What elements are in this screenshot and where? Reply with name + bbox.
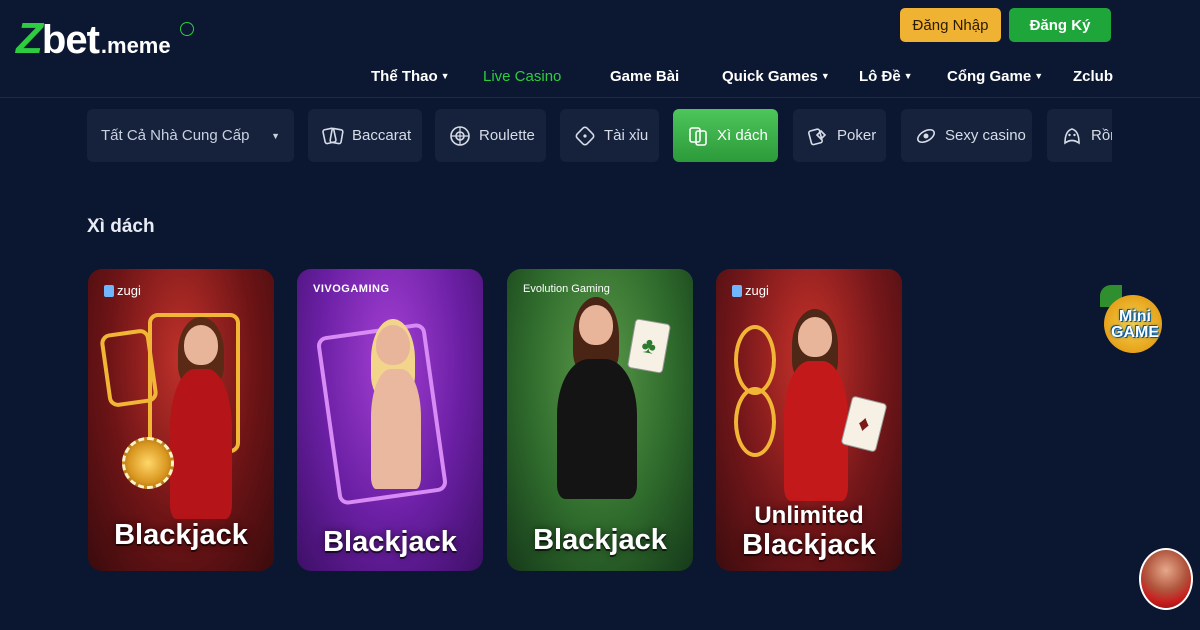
nav-item-zclub[interactable]: Zclub (1073, 64, 1113, 88)
zugi-logo-icon (104, 284, 114, 297)
sexy-casino-icon (915, 125, 937, 147)
provider-name: zugi (745, 283, 769, 298)
game-card-blackjack-zugi[interactable]: zugi Blackjack (88, 269, 274, 571)
filter-chip-sexy-casino[interactable]: Sexy casino (901, 109, 1032, 162)
nav-item-the-thao[interactable]: Thể Thao ▼ (371, 64, 450, 88)
filter-chip-roulette[interactable]: Roulette (435, 109, 546, 162)
zugi-logo-icon (732, 284, 742, 297)
dealer-face (376, 325, 410, 365)
provider-logo: Evolution Gaming (523, 283, 610, 295)
game-card-unlimited-blackjack[interactable]: zugi ♦ Unlimited Blackjack (716, 269, 902, 571)
provider-select-value: Tất Cả Nhà Cung Cấp (101, 127, 250, 144)
filter-chip-xi-dach[interactable]: Xì dách (673, 109, 778, 162)
section-title: Xì dách (87, 216, 155, 237)
provider-select[interactable]: Tất Cả Nhà Cung Cấp ▼ (87, 109, 294, 162)
nav-label: Zclub (1073, 67, 1113, 85)
nav-label: Quick Games (722, 67, 818, 85)
dealer-dress (170, 369, 232, 519)
playing-card-icon: ♦ (840, 395, 888, 453)
nav-label: Cổng Game (947, 67, 1032, 85)
game-filter-bar: Tất Cả Nhà Cung Cấp ▼ Baccarat Roulette … (0, 109, 1200, 163)
caret-down-icon: ▼ (1034, 71, 1044, 81)
filter-chip-rong[interactable]: Rồng (1047, 109, 1112, 162)
logo-badge-icon (177, 19, 197, 39)
caret-down-icon: ▼ (903, 71, 913, 81)
filter-chip-poker[interactable]: Poker (793, 109, 886, 162)
dice-icon (574, 125, 596, 147)
infinity-loop-bottom (734, 387, 776, 457)
logo-bet: bet (41, 18, 100, 62)
site-header: Z bet .meme Đăng Nhập Đăng Ký Thể Thao ▼ … (0, 0, 1200, 98)
dragon-icon (1061, 125, 1083, 147)
chip-label: Rồng (1091, 127, 1112, 144)
nav-item-quick-games[interactable]: Quick Games ▼ (722, 64, 830, 88)
provider-name: zugi (117, 283, 141, 298)
game-card-blackjack-evolution[interactable]: Evolution Gaming ♣ Blackjack (507, 269, 693, 571)
logo-domain: .meme (100, 33, 171, 58)
nav-item-cong-game[interactable]: Cổng Game ▼ (947, 64, 1043, 88)
game-title: Blackjack (323, 526, 457, 558)
mini-game-label: Mini GAME (1102, 309, 1168, 341)
provider-name: Evolution Gaming (523, 283, 610, 295)
casino-chip-icon (122, 437, 174, 489)
chip-label: Xì dách (717, 127, 768, 144)
game-title: Blackjack (533, 524, 667, 556)
provider-name: VIVOGAMING (313, 283, 390, 295)
logo-z: Z (16, 14, 43, 63)
filter-chip-baccarat[interactable]: Baccarat (308, 109, 422, 162)
nav-label: Game Bài (610, 67, 680, 85)
chip-label: Sexy casino (945, 127, 1026, 144)
baccarat-icon (322, 125, 344, 147)
playing-card-icon: ♣ (626, 318, 672, 374)
dealer-face (184, 325, 218, 365)
dealer-body (371, 369, 421, 489)
caret-down-icon: ▼ (440, 71, 450, 81)
caret-down-icon: ▼ (820, 71, 830, 81)
nav-item-live-casino[interactable]: Live Casino (483, 64, 561, 88)
game-card-blackjack-vivo[interactable]: VIVOGAMING Blackjack (297, 269, 483, 571)
mini-game-label-line-1: Mini (1119, 308, 1151, 325)
chevron-down-icon: ▼ (271, 130, 280, 141)
support-avatar[interactable] (1139, 548, 1193, 610)
zbet-logo[interactable]: Z bet .meme (16, 14, 197, 64)
roulette-icon (449, 125, 471, 147)
provider-logo: zugi (104, 283, 141, 298)
nav-item-game-bai[interactable]: Game Bài (610, 64, 679, 88)
dealer-face (798, 317, 832, 357)
chip-label: Baccarat (352, 127, 412, 144)
register-button[interactable]: Đăng Ký (1009, 8, 1111, 42)
mini-game-label-line-2: GAME (1111, 324, 1159, 341)
dealer-face (579, 305, 613, 345)
chip-label: Poker (837, 127, 877, 144)
game-title-line-2: Blackjack (742, 529, 876, 561)
poker-icon (807, 125, 829, 147)
nav-label: Thể Thao (371, 67, 438, 85)
nav-label: Live Casino (483, 67, 562, 85)
infinity-loop-top (734, 325, 776, 395)
nav-label: Lô Đề (859, 67, 901, 85)
chip-label: Tài xỉu (604, 127, 649, 144)
game-title: Blackjack (114, 519, 248, 551)
nav-item-lo-de[interactable]: Lô Đề ▼ (859, 64, 913, 88)
mini-game-widget[interactable]: Mini GAME (1100, 285, 1170, 367)
provider-logo: zugi (732, 283, 769, 298)
blackjack-icon (687, 125, 709, 147)
main-nav: Thể Thao ▼ Live Casino Game Bài Quick Gam… (0, 64, 1200, 88)
game-title-line-1: Unlimited (754, 502, 864, 529)
login-button[interactable]: Đăng Nhập (900, 8, 1001, 42)
dealer-dress (784, 361, 848, 501)
chip-label: Roulette (479, 127, 535, 144)
filter-chip-tai-xiu[interactable]: Tài xỉu (560, 109, 659, 162)
dealer-dress (557, 359, 637, 499)
provider-logo: VIVOGAMING (313, 283, 390, 295)
